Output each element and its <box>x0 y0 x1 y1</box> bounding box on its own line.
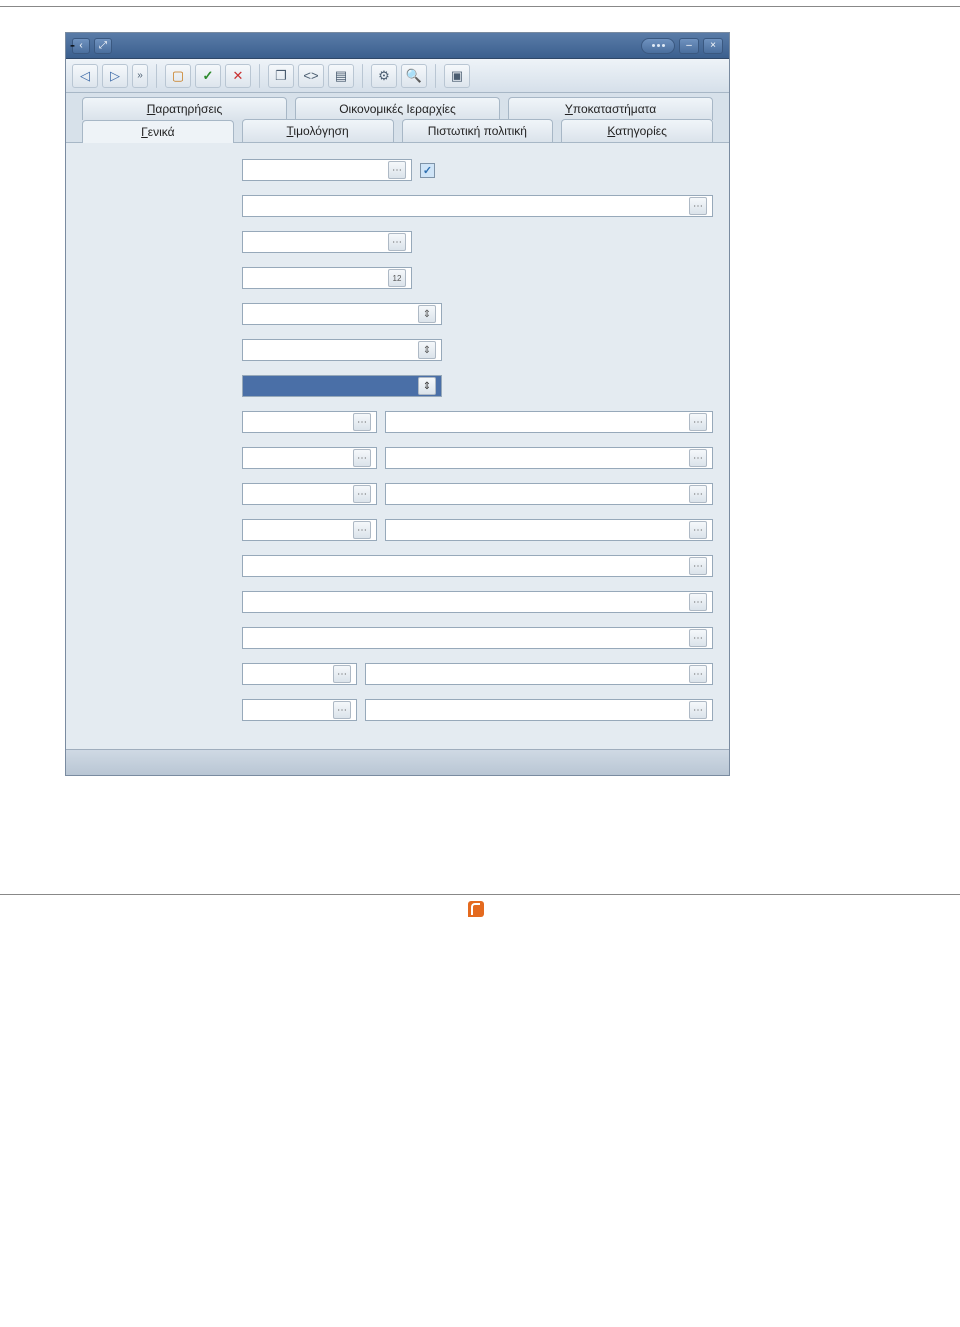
logo-icon <box>468 901 484 917</box>
titlebar-close-icon[interactable]: × <box>703 38 723 54</box>
field-ggps[interactable]: ⇕ <box>242 375 442 397</box>
form-area: ⋯ ✓ ⋯ <box>66 143 729 749</box>
tool-save-icon[interactable]: ✓ <box>195 64 221 88</box>
tab-label: ενικά <box>148 125 175 139</box>
tool-expand-icon[interactable]: » <box>132 64 148 88</box>
tab-timologisi[interactable]: Τιμολόγηση <box>242 119 394 142</box>
titlebar-minimize-icon[interactable]: – <box>679 38 699 54</box>
tool-separator <box>156 64 157 88</box>
titlebar-menu-icon[interactable] <box>641 38 675 54</box>
tool-copy-icon[interactable]: ❐ <box>268 64 294 88</box>
tool-new-icon[interactable]: ▢ <box>165 64 191 88</box>
lookup-icon[interactable]: ⋯ <box>353 485 371 503</box>
field-oros[interactable]: ⋯ <box>242 627 713 649</box>
tool-form-icon[interactable]: ▤ <box>328 64 354 88</box>
field-meso[interactable]: ⋯ <box>242 591 713 613</box>
lookup-icon[interactable]: ⋯ <box>689 665 707 683</box>
field-nomisma-1[interactable]: ⋯ <box>242 447 377 469</box>
field-fpa[interactable]: ⇕ <box>242 339 442 361</box>
lookup-icon[interactable]: ⋯ <box>689 197 707 215</box>
field-afm[interactable]: ⋯ <box>242 231 412 253</box>
tool-module-icon[interactable]: ▣ <box>444 64 470 88</box>
field-antiprosopos-2[interactable]: ⋯ <box>385 483 713 505</box>
field-apostoli-1[interactable]: ⋯ <box>242 699 357 721</box>
lookup-icon[interactable]: ⋯ <box>388 233 406 251</box>
calendar-icon[interactable]: 12 <box>388 269 406 287</box>
tab-ypokatastimata[interactable]: Υποκαταστήματα <box>508 97 713 120</box>
dropdown-icon[interactable]: ⇕ <box>418 305 436 323</box>
tool-plugin-icon[interactable]: ⚙ <box>371 64 397 88</box>
window-statusbar <box>66 749 729 775</box>
tab-genika[interactable]: Γενικά <box>82 120 234 143</box>
page-header <box>0 0 960 7</box>
field-eponymia[interactable]: ⋯ <box>242 195 713 217</box>
tool-separator <box>362 64 363 88</box>
lookup-icon[interactable]: ⋯ <box>689 413 707 431</box>
field-diataxi-2[interactable]: ⋯ <box>385 411 713 433</box>
field-imerominia[interactable]: 12 <box>242 267 412 289</box>
tab-katigories[interactable]: Κατηγορίες <box>561 119 713 142</box>
lookup-icon[interactable]: ⋯ <box>689 449 707 467</box>
checkbox-energos[interactable]: ✓ <box>420 163 435 178</box>
field-logariasmos-1[interactable]: ⋯ <box>242 519 377 541</box>
tool-first-icon[interactable]: ◁ <box>72 64 98 88</box>
tool-code-icon[interactable]: <> <box>298 64 324 88</box>
field-kodikos[interactable]: ⋯ <box>242 159 412 181</box>
tab-label: ατηγορίες <box>615 124 667 138</box>
lookup-icon[interactable]: ⋯ <box>353 521 371 539</box>
field-kyria-1[interactable]: ⋯ <box>242 663 357 685</box>
lookup-icon[interactable]: ⋯ <box>353 413 371 431</box>
erp-window: ‹ ⤢ – × ◁ ▷ » ▢ ✓ ✕ ❐ <> ▤ ⚙ <box>65 32 730 776</box>
field-logariasmos-2[interactable]: ⋯ <box>385 519 713 541</box>
lookup-icon[interactable]: ⋯ <box>333 701 351 719</box>
tab-label: Πιστωτική πολιτική <box>428 124 527 138</box>
page-footer <box>0 894 960 929</box>
tool-back-icon[interactable]: ▷ <box>102 64 128 88</box>
tab-label: ποκαταστήματα <box>573 102 656 116</box>
tab-paratiriseis[interactable]: Παρατηρήσεις <box>82 97 287 120</box>
field-nomisma-2[interactable]: ⋯ <box>385 447 713 469</box>
field-diataxi-1[interactable]: ⋯ <box>242 411 377 433</box>
dropdown-icon[interactable]: ⇕ <box>418 341 436 359</box>
field-kyria-2[interactable]: ⋯ <box>365 663 713 685</box>
lookup-icon[interactable]: ⋯ <box>689 593 707 611</box>
field-kepyo[interactable]: ⇕ <box>242 303 442 325</box>
lookup-icon[interactable]: ⋯ <box>689 629 707 647</box>
lookup-icon[interactable]: ⋯ <box>333 665 351 683</box>
footer-logo <box>468 901 492 917</box>
tool-separator <box>435 64 436 88</box>
tool-search-icon[interactable]: 🔍 <box>401 64 427 88</box>
tool-separator <box>259 64 260 88</box>
tab-label: ιμολόγηση <box>293 124 348 138</box>
field-antiprosopos-1[interactable]: ⋯ <box>242 483 377 505</box>
tab-strip: Παρατηρήσεις Οικονομικές Ιεραρχίες Υποκα… <box>66 93 729 143</box>
lookup-icon[interactable]: ⋯ <box>689 485 707 503</box>
tab-oikonomikes[interactable]: Οικονομικές Ιεραρχίες <box>295 97 500 120</box>
tab-label: αρατηρήσεις <box>155 102 222 116</box>
lookup-icon[interactable]: ⋯ <box>689 701 707 719</box>
window-titlebar: ‹ ⤢ – × <box>66 33 729 59</box>
titlebar-expand-icon[interactable]: ⤢ <box>94 38 112 54</box>
lookup-icon[interactable]: ⋯ <box>689 521 707 539</box>
lookup-icon[interactable]: ⋯ <box>388 161 406 179</box>
field-apostoli-2[interactable]: ⋯ <box>365 699 713 721</box>
tab-pistotiki[interactable]: Πιστωτική πολιτική <box>402 119 554 142</box>
lookup-icon[interactable]: ⋯ <box>689 557 707 575</box>
tab-label: Οικονομικές Ιεραρχίες <box>339 102 456 116</box>
dropdown-icon[interactable]: ⇕ <box>418 377 436 395</box>
toolbar: ◁ ▷ » ▢ ✓ ✕ ❐ <> ▤ ⚙ 🔍 ▣ <box>66 59 729 93</box>
field-tropos[interactable]: ⋯ <box>242 555 713 577</box>
tool-cancel-icon[interactable]: ✕ <box>225 64 251 88</box>
lookup-icon[interactable]: ⋯ <box>353 449 371 467</box>
